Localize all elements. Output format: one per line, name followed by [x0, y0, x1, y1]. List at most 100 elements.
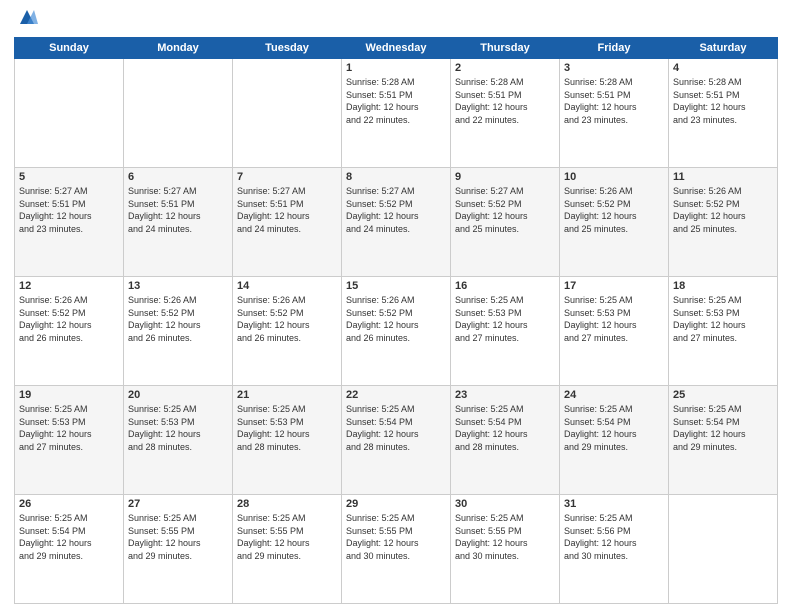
day-number: 31: [564, 498, 664, 510]
day-info: Sunrise: 5:28 AMSunset: 5:51 PMDaylight:…: [346, 76, 446, 126]
day-number: 18: [673, 280, 773, 292]
day-number: 8: [346, 171, 446, 183]
calendar-cell: 4 Sunrise: 5:28 AMSunset: 5:51 PMDaylight…: [669, 59, 778, 168]
day-info: Sunrise: 5:27 AMSunset: 5:52 PMDaylight:…: [346, 185, 446, 235]
calendar-week: 5 Sunrise: 5:27 AMSunset: 5:51 PMDaylight…: [15, 168, 778, 277]
day-info: Sunrise: 5:25 AMSunset: 5:56 PMDaylight:…: [564, 512, 664, 562]
day-info: Sunrise: 5:27 AMSunset: 5:51 PMDaylight:…: [128, 185, 228, 235]
day-info: Sunrise: 5:25 AMSunset: 5:54 PMDaylight:…: [455, 403, 555, 453]
day-number: 28: [237, 498, 337, 510]
calendar-cell: 26 Sunrise: 5:25 AMSunset: 5:54 PMDayligh…: [15, 495, 124, 604]
day-number: 7: [237, 171, 337, 183]
day-number: 14: [237, 280, 337, 292]
calendar: SundayMondayTuesdayWednesdayThursdayFrid…: [14, 37, 778, 604]
day-info: Sunrise: 5:25 AMSunset: 5:54 PMDaylight:…: [564, 403, 664, 453]
calendar-cell: 3 Sunrise: 5:28 AMSunset: 5:51 PMDaylight…: [560, 59, 669, 168]
day-number: 17: [564, 280, 664, 292]
day-number: 12: [19, 280, 119, 292]
calendar-cell: [669, 495, 778, 604]
day-info: Sunrise: 5:26 AMSunset: 5:52 PMDaylight:…: [237, 294, 337, 344]
day-number: 25: [673, 389, 773, 401]
calendar-cell: 5 Sunrise: 5:27 AMSunset: 5:51 PMDaylight…: [15, 168, 124, 277]
calendar-cell: 21 Sunrise: 5:25 AMSunset: 5:53 PMDayligh…: [233, 386, 342, 495]
day-number: 21: [237, 389, 337, 401]
day-info: Sunrise: 5:25 AMSunset: 5:53 PMDaylight:…: [673, 294, 773, 344]
day-info: Sunrise: 5:25 AMSunset: 5:55 PMDaylight:…: [128, 512, 228, 562]
calendar-cell: 28Sunrise: 5:25 AMSunset: 5:55 PMDayligh…: [233, 495, 342, 604]
day-header: Saturday: [669, 38, 778, 59]
calendar-cell: 16 Sunrise: 5:25 AMSunset: 5:53 PMDayligh…: [451, 277, 560, 386]
calendar-cell: 15Sunrise: 5:26 AMSunset: 5:52 PMDayligh…: [342, 277, 451, 386]
day-info: Sunrise: 5:27 AMSunset: 5:51 PMDaylight:…: [19, 185, 119, 235]
day-info: Sunrise: 5:25 AMSunset: 5:54 PMDaylight:…: [19, 512, 119, 562]
day-header: Monday: [124, 38, 233, 59]
day-info: Sunrise: 5:26 AMSunset: 5:52 PMDaylight:…: [346, 294, 446, 344]
calendar-cell: 2Sunrise: 5:28 AMSunset: 5:51 PMDaylight…: [451, 59, 560, 168]
day-number: 5: [19, 171, 119, 183]
day-info: Sunrise: 5:25 AMSunset: 5:53 PMDaylight:…: [237, 403, 337, 453]
day-number: 3: [564, 62, 664, 74]
day-header: Thursday: [451, 38, 560, 59]
calendar-cell: 23 Sunrise: 5:25 AMSunset: 5:54 PMDayligh…: [451, 386, 560, 495]
calendar-cell: 10 Sunrise: 5:26 AMSunset: 5:52 PMDayligh…: [560, 168, 669, 277]
day-info: Sunrise: 5:26 AMSunset: 5:52 PMDaylight:…: [564, 185, 664, 235]
day-info: Sunrise: 5:28 AMSunset: 5:51 PMDaylight:…: [673, 76, 773, 126]
day-info: Sunrise: 5:25 AMSunset: 5:53 PMDaylight:…: [455, 294, 555, 344]
day-info: Sunrise: 5:25 AMSunset: 5:54 PMDaylight:…: [346, 403, 446, 453]
calendar-cell: 12 Sunrise: 5:26 AMSunset: 5:52 PMDayligh…: [15, 277, 124, 386]
calendar-cell: [233, 59, 342, 168]
day-info: Sunrise: 5:26 AMSunset: 5:52 PMDaylight:…: [128, 294, 228, 344]
calendar-week: 1 Sunrise: 5:28 AMSunset: 5:51 PMDaylight…: [15, 59, 778, 168]
calendar-cell: 1 Sunrise: 5:28 AMSunset: 5:51 PMDaylight…: [342, 59, 451, 168]
day-number: 26: [19, 498, 119, 510]
calendar-cell: 7 Sunrise: 5:27 AMSunset: 5:51 PMDaylight…: [233, 168, 342, 277]
day-number: 20: [128, 389, 228, 401]
day-info: Sunrise: 5:28 AMSunset: 5:51 PMDaylight:…: [564, 76, 664, 126]
day-number: 23: [455, 389, 555, 401]
page: SundayMondayTuesdayWednesdayThursdayFrid…: [0, 0, 792, 612]
calendar-cell: 17 Sunrise: 5:25 AMSunset: 5:53 PMDayligh…: [560, 277, 669, 386]
day-number: 22: [346, 389, 446, 401]
day-header: Friday: [560, 38, 669, 59]
calendar-body: 1 Sunrise: 5:28 AMSunset: 5:51 PMDaylight…: [15, 59, 778, 604]
day-number: 13: [128, 280, 228, 292]
day-number: 11: [673, 171, 773, 183]
day-number: 27: [128, 498, 228, 510]
day-info: Sunrise: 5:27 AMSunset: 5:51 PMDaylight:…: [237, 185, 337, 235]
logo-icon: [16, 6, 38, 28]
day-number: 9: [455, 171, 555, 183]
calendar-cell: 25 Sunrise: 5:25 AMSunset: 5:54 PMDayligh…: [669, 386, 778, 495]
day-number: 24: [564, 389, 664, 401]
calendar-cell: 24 Sunrise: 5:25 AMSunset: 5:54 PMDayligh…: [560, 386, 669, 495]
day-info: Sunrise: 5:25 AMSunset: 5:53 PMDaylight:…: [564, 294, 664, 344]
calendar-cell: 22 Sunrise: 5:25 AMSunset: 5:54 PMDayligh…: [342, 386, 451, 495]
day-number: 4: [673, 62, 773, 74]
day-number: 10: [564, 171, 664, 183]
day-number: 2: [455, 62, 555, 74]
header: [14, 10, 778, 28]
day-info: Sunrise: 5:25 AMSunset: 5:55 PMDaylight:…: [455, 512, 555, 562]
day-number: 16: [455, 280, 555, 292]
calendar-cell: 18 Sunrise: 5:25 AMSunset: 5:53 PMDayligh…: [669, 277, 778, 386]
calendar-cell: 19Sunrise: 5:25 AMSunset: 5:53 PMDayligh…: [15, 386, 124, 495]
calendar-cell: 9Sunrise: 5:27 AMSunset: 5:52 PMDaylight…: [451, 168, 560, 277]
day-number: 30: [455, 498, 555, 510]
calendar-cell: 8 Sunrise: 5:27 AMSunset: 5:52 PMDaylight…: [342, 168, 451, 277]
calendar-cell: 11 Sunrise: 5:26 AMSunset: 5:52 PMDayligh…: [669, 168, 778, 277]
calendar-cell: 13 Sunrise: 5:26 AMSunset: 5:52 PMDayligh…: [124, 277, 233, 386]
day-info: Sunrise: 5:26 AMSunset: 5:52 PMDaylight:…: [19, 294, 119, 344]
day-header: Wednesday: [342, 38, 451, 59]
calendar-week: 19Sunrise: 5:25 AMSunset: 5:53 PMDayligh…: [15, 386, 778, 495]
calendar-week: 12 Sunrise: 5:26 AMSunset: 5:52 PMDayligh…: [15, 277, 778, 386]
day-info: Sunrise: 5:25 AMSunset: 5:53 PMDaylight:…: [19, 403, 119, 453]
day-number: 29: [346, 498, 446, 510]
day-number: 1: [346, 62, 446, 74]
day-header: Sunday: [15, 38, 124, 59]
day-info: Sunrise: 5:26 AMSunset: 5:52 PMDaylight:…: [673, 185, 773, 235]
day-info: Sunrise: 5:25 AMSunset: 5:54 PMDaylight:…: [673, 403, 773, 453]
calendar-cell: 27 Sunrise: 5:25 AMSunset: 5:55 PMDayligh…: [124, 495, 233, 604]
day-header: Tuesday: [233, 38, 342, 59]
calendar-cell: [124, 59, 233, 168]
calendar-cell: 6Sunrise: 5:27 AMSunset: 5:51 PMDaylight…: [124, 168, 233, 277]
calendar-cell: 14 Sunrise: 5:26 AMSunset: 5:52 PMDayligh…: [233, 277, 342, 386]
